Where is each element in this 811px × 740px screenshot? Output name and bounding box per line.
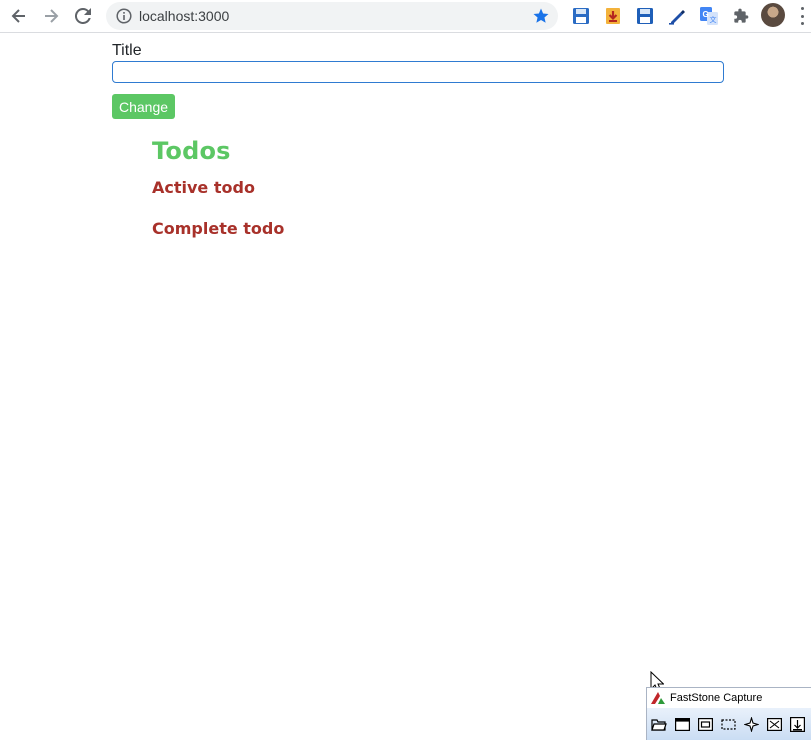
svg-text:文: 文 (710, 15, 717, 24)
capture-object-icon (697, 718, 713, 731)
info-icon[interactable] (116, 8, 132, 24)
puzzle-extensions-icon (734, 8, 749, 23)
url-text[interactable]: localhost:3000 (139, 8, 229, 24)
fs-capture-object-button[interactable] (696, 716, 714, 734)
extension-download[interactable] (602, 5, 624, 27)
faststone-titlebar[interactable]: FastStone Capture (647, 688, 811, 708)
title-input[interactable] (112, 61, 724, 83)
capture-scrolling-icon (789, 717, 805, 732)
faststone-toolbar (647, 708, 811, 740)
complete-todo-heading: Complete todo (152, 219, 285, 238)
faststone-logo-icon (651, 692, 665, 704)
bookmark-star-icon[interactable] (532, 7, 550, 25)
back-arrow-icon (11, 9, 25, 23)
fs-capture-rectangle-button[interactable] (719, 716, 737, 734)
extension-highlighter[interactable] (666, 5, 688, 27)
highlighter-icon (669, 10, 685, 25)
browser-menu-icon[interactable] (799, 7, 805, 25)
download-extension-icon (606, 8, 620, 24)
title-label: Title (112, 42, 142, 59)
capture-rectangle-icon (720, 719, 736, 730)
open-folder-icon (651, 718, 667, 731)
active-todo-heading: Active todo (152, 178, 255, 197)
capture-window-icon (674, 718, 690, 731)
forward-arrow-icon (45, 9, 59, 23)
fs-capture-scrolling-button[interactable] (788, 716, 806, 734)
floppy-save-icon (637, 8, 653, 24)
reload-button[interactable] (70, 4, 96, 28)
svg-text:G: G (703, 10, 709, 19)
translate-icon: G文 (700, 7, 718, 25)
address-bar[interactable]: localhost:3000 (106, 2, 558, 30)
back-button[interactable] (6, 4, 32, 28)
profile-avatar[interactable] (761, 3, 785, 27)
forward-button[interactable] (38, 4, 64, 28)
capture-freehand-icon (743, 717, 759, 732)
fs-open-button[interactable] (650, 716, 668, 734)
fs-capture-window-button[interactable] (673, 716, 691, 734)
floppy-save-icon (573, 8, 589, 24)
reload-icon (75, 8, 91, 24)
extension-save-2[interactable] (634, 5, 656, 27)
fs-capture-fullscreen-button[interactable] (765, 716, 783, 734)
change-button[interactable]: Change (112, 94, 175, 119)
faststone-capture-window: FastStone Capture (646, 687, 811, 740)
browser-toolbar: localhost:3000 G文 (0, 0, 811, 33)
faststone-title: FastStone Capture (670, 692, 763, 704)
extensions-button[interactable] (730, 5, 752, 27)
extension-save-1[interactable] (570, 5, 592, 27)
todos-heading: Todos (152, 137, 231, 165)
fs-capture-freehand-button[interactable] (742, 716, 760, 734)
extension-translate[interactable]: G文 (698, 5, 720, 27)
capture-fullscreen-icon (766, 718, 782, 731)
